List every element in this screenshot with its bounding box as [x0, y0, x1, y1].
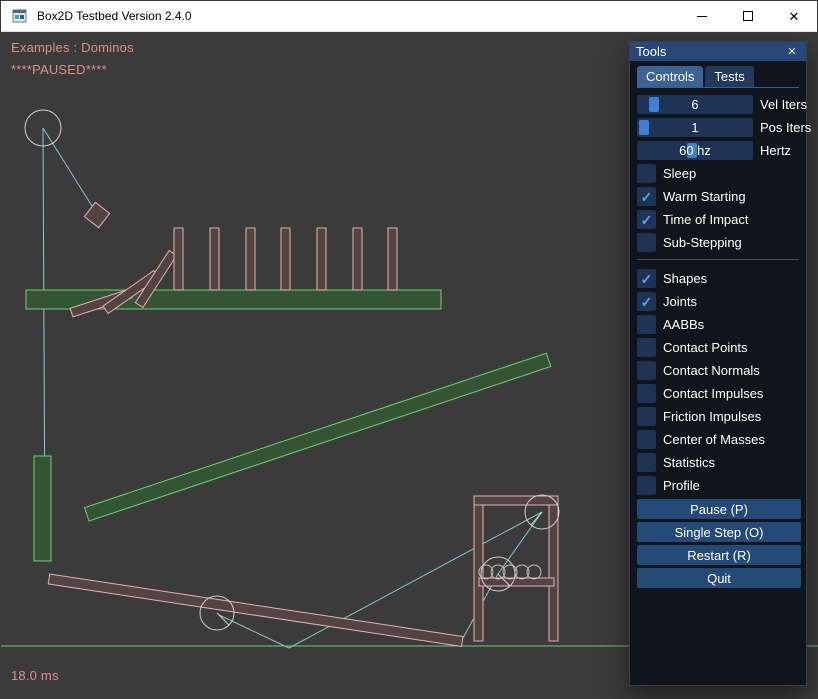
restart-button[interactable]: Restart (R): [637, 545, 801, 565]
checkbox-label: Profile: [663, 478, 700, 493]
quit-button[interactable]: Quit: [637, 568, 801, 588]
slider-value: 6: [637, 95, 753, 114]
checkbox-label: Sub-Stepping: [663, 235, 742, 250]
checkbox-label: Contact Impulses: [663, 386, 763, 401]
check-icon: ✓: [641, 295, 653, 309]
checkbox-sleep[interactable]: ✓: [637, 164, 656, 183]
close-icon: ✕: [789, 10, 800, 23]
checkbox-label: Friction Impulses: [663, 409, 761, 424]
physics-canvas[interactable]: Examples : Dominos ****PAUSED**** 18.0 m…: [1, 32, 818, 699]
pos-iters-slider[interactable]: 1: [637, 118, 753, 137]
dominos-upright[interactable]: [174, 228, 397, 290]
checkbox-label: Contact Normals: [663, 363, 760, 378]
checkbox-warm-starting[interactable]: ✓: [637, 187, 656, 206]
tools-close-icon[interactable]: ✕: [784, 44, 800, 59]
seesaw-plank[interactable]: [48, 574, 463, 646]
window-title: Box2D Testbed Version 2.4.0: [37, 9, 192, 23]
minimize-button[interactable]: [679, 1, 725, 31]
checkbox-center-of-masses[interactable]: ✓: [637, 430, 656, 449]
slider-label: Hertz: [760, 143, 791, 158]
tools-title: Tools: [636, 44, 666, 59]
checkbox-label: Center of Masses: [663, 432, 765, 447]
maximize-icon: [743, 11, 753, 21]
slider-label: Pos Iters: [760, 120, 811, 135]
close-button[interactable]: ✕: [771, 1, 817, 31]
checkbox-label: Warm Starting: [663, 189, 746, 204]
os-titlebar[interactable]: Box2D Testbed Version 2.4.0 ✕: [1, 1, 817, 32]
pause-button[interactable]: Pause (P): [637, 499, 801, 519]
checkbox-label: Statistics: [663, 455, 715, 470]
checkbox-label: Time of Impact: [663, 212, 748, 227]
tools-tabbar: Controls Tests: [637, 66, 799, 88]
static-column: [34, 456, 51, 561]
checkbox-contact-impulses[interactable]: ✓: [637, 384, 656, 403]
vel-iters-slider[interactable]: 6: [637, 95, 753, 114]
pendulum-bob[interactable]: [84, 202, 109, 227]
checkbox-statistics[interactable]: ✓: [637, 453, 656, 472]
example-label: Examples : Dominos: [11, 40, 134, 55]
tools-panel: Tools ✕ Controls Tests 6 Vel Iters: [629, 41, 807, 686]
window-controls: ✕: [679, 1, 817, 31]
checkbox-label: AABBs: [663, 317, 704, 332]
checkbox-friction-impulses[interactable]: ✓: [637, 407, 656, 426]
checkbox-joints[interactable]: ✓: [637, 292, 656, 311]
checkbox-sub-stepping[interactable]: ✓: [637, 233, 656, 252]
checkbox-label: Joints: [663, 294, 697, 309]
checkbox-contact-points[interactable]: ✓: [637, 338, 656, 357]
frame-time-label: 18.0 ms: [11, 668, 59, 683]
checkbox-contact-normals[interactable]: ✓: [637, 361, 656, 380]
slider-value: 1: [637, 118, 753, 137]
single-step-button[interactable]: Single Step (O): [637, 522, 801, 542]
checkbox-aabbs[interactable]: ✓: [637, 315, 656, 334]
checkbox-shapes[interactable]: ✓: [637, 269, 656, 288]
minimize-icon: [697, 16, 707, 17]
tab-tests[interactable]: Tests: [705, 66, 753, 87]
separator: [637, 259, 799, 260]
tools-body: Controls Tests 6 Vel Iters 1 P: [630, 61, 806, 588]
checkbox-label: Sleep: [663, 166, 696, 181]
tab-controls[interactable]: Controls: [637, 66, 703, 87]
checkbox-label: Shapes: [663, 271, 707, 286]
checkbox-profile[interactable]: ✓: [637, 476, 656, 495]
checkbox-time-of-impact[interactable]: ✓: [637, 210, 656, 229]
maximize-button[interactable]: [725, 1, 771, 31]
tools-titlebar[interactable]: Tools ✕: [630, 42, 806, 61]
ball-row[interactable]: [479, 565, 541, 579]
check-icon: ✓: [641, 272, 653, 286]
slider-value: 60 hz: [637, 141, 753, 160]
app-window: Box2D Testbed Version 2.4.0 ✕: [0, 0, 818, 698]
check-icon: ✓: [641, 190, 653, 204]
slider-label: Vel Iters: [760, 97, 807, 112]
hertz-slider[interactable]: 60 hz: [637, 141, 753, 160]
checkbox-label: Contact Points: [663, 340, 748, 355]
check-icon: ✓: [641, 213, 653, 227]
app-icon: [12, 8, 28, 24]
paused-label: ****PAUSED****: [11, 62, 107, 77]
